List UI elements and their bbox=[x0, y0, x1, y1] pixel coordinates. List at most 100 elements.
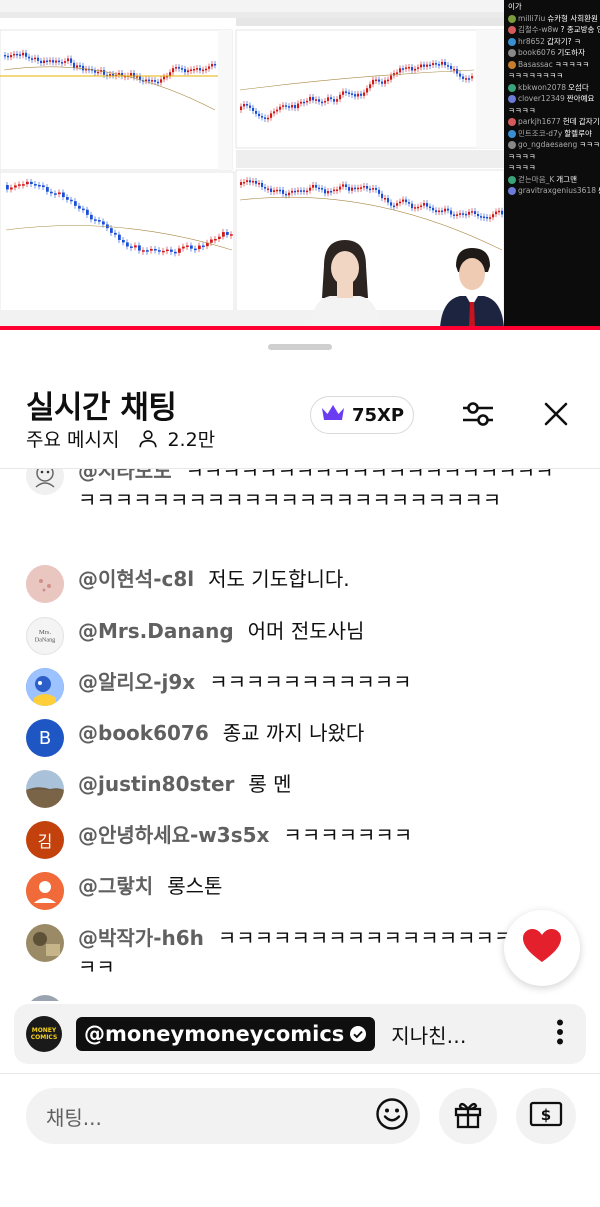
candle bbox=[501, 210, 504, 215]
candle bbox=[109, 74, 112, 76]
message-author[interactable]: @알리오-j9x bbox=[78, 670, 195, 694]
chat-message[interactable]: 김 @안녕하세요-w3s5x ㅋㅋㅋㅋㅋㅋㅋ bbox=[26, 821, 566, 859]
candle bbox=[429, 64, 432, 67]
candle bbox=[94, 70, 97, 73]
message-author[interactable]: @그랗치 bbox=[78, 874, 153, 898]
candle bbox=[444, 61, 447, 66]
candle bbox=[52, 60, 55, 63]
candle bbox=[282, 189, 285, 194]
candle bbox=[146, 250, 149, 252]
message-author[interactable]: @book6076 bbox=[78, 721, 209, 745]
candle bbox=[157, 81, 160, 84]
chat-mode-label[interactable]: 주요 메시지 bbox=[26, 425, 119, 452]
overlay-author: hr8652 bbox=[518, 36, 545, 46]
candle bbox=[190, 69, 193, 71]
candle bbox=[285, 105, 288, 107]
chat-message[interactable]: @justin80ster 롱 멘 bbox=[26, 770, 566, 808]
candle bbox=[327, 190, 330, 194]
channel-avatar[interactable]: MONEY COMICS bbox=[26, 1016, 62, 1052]
candle bbox=[279, 189, 282, 192]
chat-message[interactable]: @그랗치 롱스톤 bbox=[26, 872, 566, 910]
candle bbox=[348, 187, 351, 191]
candle bbox=[288, 106, 291, 108]
candle bbox=[312, 96, 315, 101]
candle bbox=[187, 70, 190, 73]
candle bbox=[182, 246, 185, 249]
message-author[interactable]: @안녕하세요-w3s5x bbox=[78, 823, 269, 847]
chat-message[interactable]: B @book6076 종교 까지 나왔다 bbox=[26, 719, 566, 757]
user-avatar[interactable] bbox=[26, 770, 64, 808]
overlay-chat-line: 김철수-w8w? 종교방송 인가요???????? bbox=[504, 25, 600, 35]
candle bbox=[312, 184, 315, 188]
user-avatar[interactable] bbox=[26, 924, 64, 962]
candle bbox=[495, 211, 498, 215]
user-avatar[interactable]: B bbox=[26, 719, 64, 757]
pinned-message[interactable]: MONEY COMICS @moneymoneycomics 지나친… bbox=[14, 1004, 586, 1064]
chat-input-field[interactable]: 채팅... bbox=[26, 1088, 420, 1144]
super-chat-button[interactable]: $ bbox=[516, 1088, 576, 1144]
user-avatar[interactable] bbox=[26, 668, 64, 706]
chat-message-list[interactable]: @시라모도 ㅋㅋㅋㅋㅋㅋㅋㅋㅋㅋㅋㅋㅋㅋㅋㅋㅋㅋㅋㅋㅋㅋㅋㅋㅋㅋㅋㅋㅋㅋㅋㅋㅋㅋㅋ… bbox=[0, 469, 600, 1001]
candle bbox=[94, 219, 97, 221]
candle bbox=[354, 187, 357, 190]
candle bbox=[14, 185, 17, 188]
candle bbox=[78, 205, 81, 209]
chat-message[interactable]: @박작가-h6h ㅋㅋㅋㅋㅋㅋㅋㅋㅋㅋㅋㅋㅋㅋㅋㅋㅋㅋㅋㅋ bbox=[26, 924, 566, 982]
emoji-button[interactable] bbox=[376, 1098, 408, 1132]
user-avatar[interactable]: 김 bbox=[26, 821, 64, 859]
chat-message[interactable]: @알리오-j9x ㅋㅋㅋㅋㅋㅋㅋㅋㅋㅋㅋ bbox=[26, 668, 566, 706]
candle bbox=[82, 65, 85, 71]
gift-icon bbox=[452, 1098, 484, 1134]
drag-handle[interactable] bbox=[268, 344, 332, 350]
candle bbox=[62, 192, 65, 198]
heart-reaction-button[interactable] bbox=[504, 910, 580, 986]
candle bbox=[270, 113, 273, 118]
chat-message[interactable] bbox=[26, 995, 566, 1001]
candle bbox=[462, 213, 465, 215]
message-author[interactable]: @Mrs.Danang bbox=[78, 619, 234, 643]
candle bbox=[399, 68, 402, 73]
candle bbox=[474, 211, 477, 214]
message-author[interactable]: @justin80ster bbox=[78, 772, 234, 796]
user-avatar[interactable] bbox=[26, 872, 64, 910]
pinned-more-button[interactable] bbox=[544, 1018, 576, 1050]
chat-title: 실시간 채팅 bbox=[26, 390, 177, 426]
live-progress-bar[interactable] bbox=[0, 326, 600, 330]
message-author[interactable]: @박작가-h6h bbox=[78, 926, 204, 950]
user-avatar[interactable] bbox=[26, 469, 64, 495]
chat-message[interactable]: @이현석-c8l 저도 기도합니다. bbox=[26, 565, 566, 603]
message-text: 어머 전도사님 bbox=[247, 619, 365, 643]
more-vert-icon bbox=[556, 1019, 564, 1049]
user-avatar[interactable] bbox=[26, 565, 64, 603]
overlay-author: parkjh1677 bbox=[518, 117, 561, 126]
candle bbox=[303, 190, 306, 192]
live-video-player[interactable]: 이가milli7iu슈카형 사회환원 하죠?김철수-w8w? 종교방송 인가요?… bbox=[0, 0, 600, 330]
user-avatar[interactable]: Mrs. DaNang bbox=[26, 617, 64, 655]
candle bbox=[471, 76, 474, 79]
overlay-chat-line: parkjh1677 헌데 갑자기 bbox=[504, 117, 600, 127]
gift-button[interactable] bbox=[439, 1088, 497, 1144]
close-button[interactable] bbox=[536, 396, 576, 436]
svg-text:Mrs.: Mrs. bbox=[39, 629, 52, 636]
chat-mode-row[interactable]: 주요 메시지 2.2만 bbox=[26, 425, 215, 452]
owner-name-chip[interactable]: @moneymoneycomics bbox=[76, 1017, 376, 1051]
message-author[interactable]: @시라모도 bbox=[78, 469, 172, 483]
overlay-text: ㅋㅋㅋㅋ bbox=[508, 163, 536, 172]
viewer-count: 2.2만 bbox=[167, 429, 216, 451]
overlay-text: ㅋㅋㅋㅋ bbox=[508, 151, 536, 161]
chat-message[interactable]: Mrs. DaNang @Mrs.Danang 어머 전도사님 bbox=[26, 617, 566, 655]
user-avatar[interactable] bbox=[26, 995, 64, 1001]
chat-message[interactable]: @시라모도 ㅋㅋㅋㅋㅋㅋㅋㅋㅋㅋㅋㅋㅋㅋㅋㅋㅋㅋㅋㅋㅋㅋㅋㅋㅋㅋㅋㅋㅋㅋㅋㅋㅋㅋㅋ… bbox=[26, 469, 566, 515]
message-author[interactable]: @이현석-c8l bbox=[78, 567, 194, 591]
chat-settings-button[interactable] bbox=[458, 396, 498, 436]
candle bbox=[19, 54, 22, 56]
message-text: ㅋㅋㅋㅋㅋㅋㅋ bbox=[283, 823, 413, 847]
avatar-letter: 김 bbox=[37, 832, 53, 851]
candle bbox=[435, 210, 438, 213]
candle bbox=[486, 216, 489, 219]
candle bbox=[154, 80, 157, 82]
xp-badge-button[interactable]: 75XP bbox=[310, 396, 414, 434]
candle bbox=[384, 198, 387, 200]
candle bbox=[405, 199, 408, 203]
candle bbox=[414, 207, 417, 209]
